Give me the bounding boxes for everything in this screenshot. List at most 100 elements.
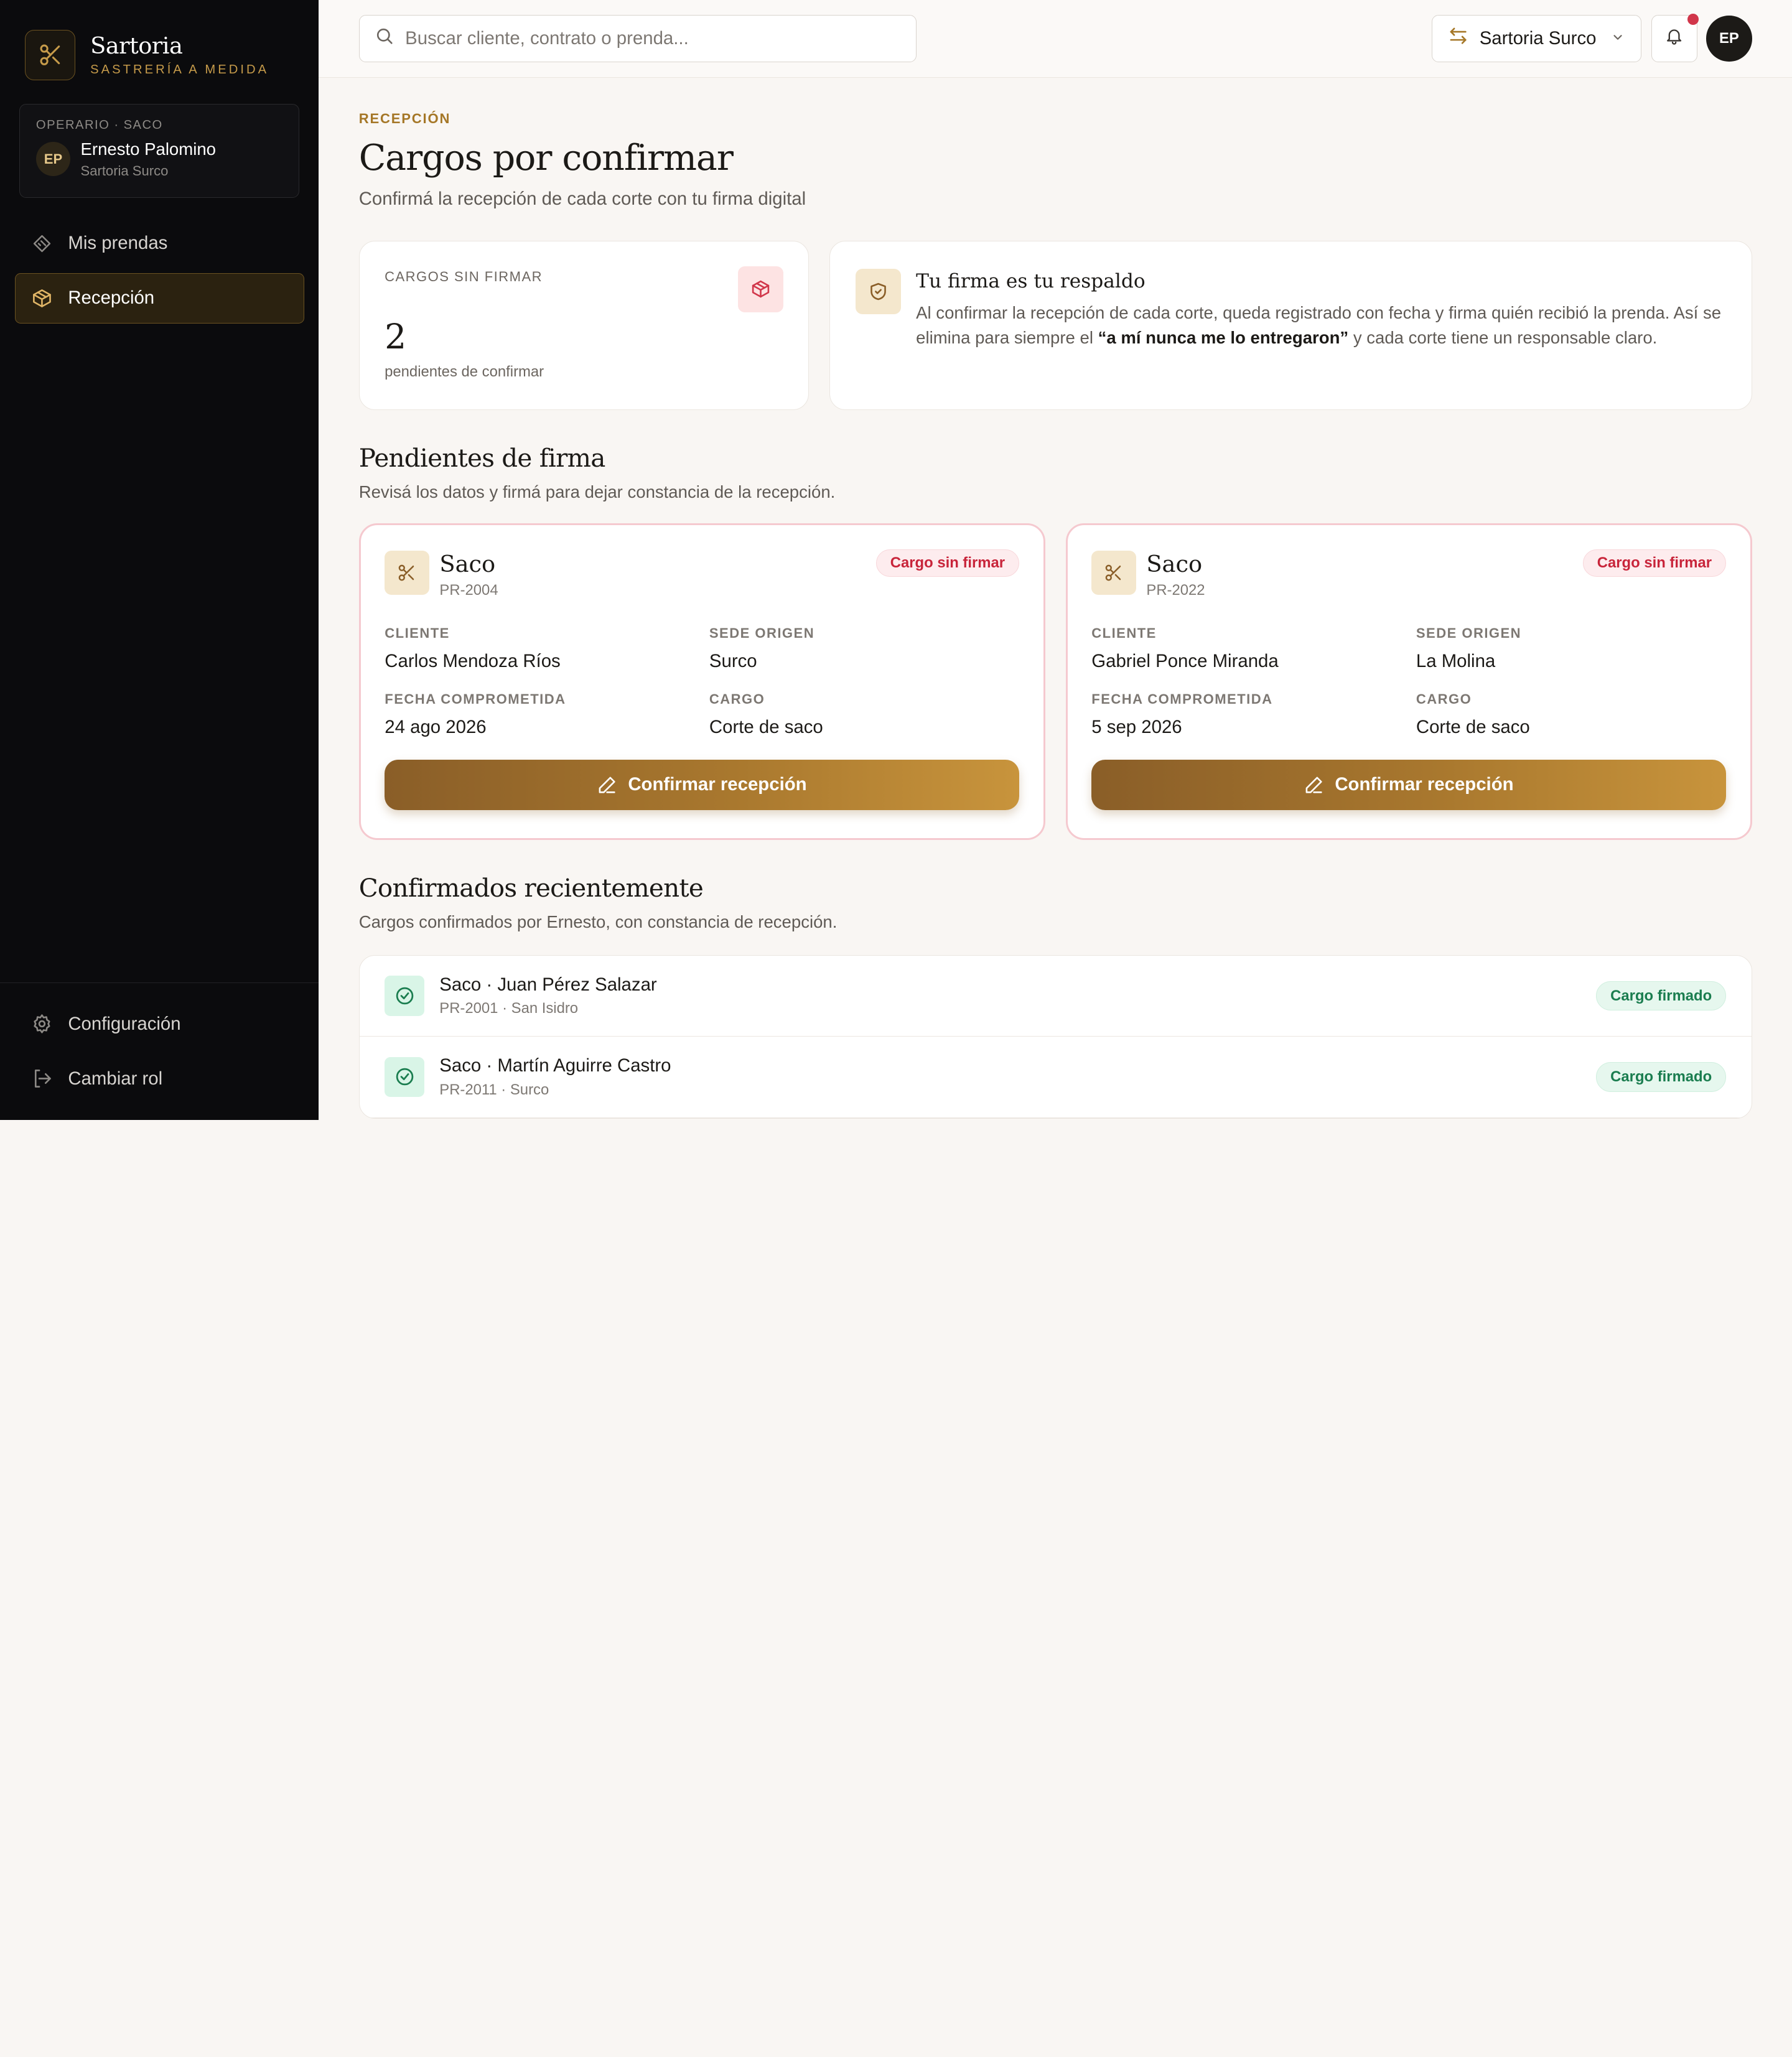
sidebar-item-recepcion[interactable]: Recepción <box>14 273 304 324</box>
client-value: Carlos Mendoza Ríos <box>385 651 561 672</box>
status-badge: Cargo sin firmar <box>875 549 1020 577</box>
stat-value: 2 <box>385 317 407 357</box>
field-label: CLIENTE <box>1091 625 1157 641</box>
swap-icon <box>1449 26 1468 50</box>
brand[interactable]: Sartoria SASTRERÍA A MEDIDA <box>0 0 319 80</box>
page-subtitle: Confirmá la recepción de cada corte con … <box>358 189 806 210</box>
pending-section-header: Pendientes de firma Revisá los datos y f… <box>359 443 1752 502</box>
sidebar-item-configuracion[interactable]: Configuración <box>15 999 304 1049</box>
user-role: OPERARIO · SACO <box>35 118 163 133</box>
logout-icon <box>30 1067 54 1090</box>
pen-icon <box>597 775 617 795</box>
sidebar: Sartoria SASTRERÍA A MEDIDA OPERARIO · S… <box>0 0 319 1120</box>
stat-label: CARGOS SIN FIRMAR <box>385 268 543 284</box>
pending-subtitle: Revisá los datos y firmá para dejar cons… <box>358 482 836 501</box>
button-label: Confirmar recepción <box>1335 774 1514 795</box>
topbar: Sartoria Surco EP <box>319 0 1792 78</box>
signature-info-card: Tu firma es tu respaldo Al confirmar la … <box>829 240 1752 410</box>
check-circle-icon <box>385 976 425 1016</box>
brand-tagline: SASTRERÍA A MEDIDA <box>90 62 269 77</box>
status-badge: Cargo sin firmar <box>1582 549 1727 577</box>
search-icon <box>375 26 394 50</box>
site-value: Surco <box>709 651 757 672</box>
status-badge: Cargo firmado <box>1596 981 1727 1011</box>
search-input[interactable] <box>405 27 885 49</box>
cargo-value: Corte de saco <box>709 716 823 737</box>
scissors-icon <box>25 29 76 80</box>
recent-item-title: Saco · Juan Pérez Salazar <box>439 974 657 995</box>
date-value: 24 ago 2026 <box>385 716 487 737</box>
pending-cards: Saco PR-2004 Cargo sin firmar CLIENTE Ca… <box>358 523 1752 841</box>
page-content: RECEPCIÓN Cargos por confirmar Confirmá … <box>319 111 1792 1119</box>
tag-icon <box>30 232 54 255</box>
confirm-reception-button[interactable]: Confirmar recepción <box>1091 759 1727 810</box>
field-label: SEDE ORIGEN <box>1416 625 1522 641</box>
sidebar-footer: Configuración Cambiar rol <box>0 982 319 1120</box>
scissors-icon <box>385 550 429 595</box>
client-value: Gabriel Ponce Miranda <box>1091 651 1279 672</box>
scissors-icon <box>1091 550 1136 595</box>
pen-icon <box>1304 775 1323 795</box>
field-label: CARGO <box>1416 691 1472 707</box>
site-selector[interactable]: Sartoria Surco <box>1432 15 1641 62</box>
recent-title: Confirmados recientemente <box>358 873 704 903</box>
field-label: CARGO <box>709 691 765 707</box>
recent-list: Saco · Juan Pérez Salazar PR-2001 · San … <box>358 954 1752 1119</box>
field-label: FECHA COMPROMETIDA <box>385 691 566 707</box>
sidebar-item-label: Mis prendas <box>68 233 168 254</box>
bell-icon <box>1664 26 1684 50</box>
recent-subtitle: Cargos confirmados por Ernesto, con cons… <box>358 912 838 932</box>
confirm-reception-button[interactable]: Confirmar recepción <box>385 759 1020 810</box>
list-item[interactable]: Saco · Juan Pérez Salazar PR-2001 · San … <box>359 956 1752 1037</box>
date-value: 5 sep 2026 <box>1091 716 1182 737</box>
brand-name: Sartoria <box>90 32 183 60</box>
shield-check-icon <box>855 268 902 315</box>
package-icon <box>30 287 54 310</box>
list-item[interactable]: Saco · Martín Aguirre Castro PR-2011 · S… <box>359 1037 1752 1118</box>
check-circle-icon <box>385 1056 425 1098</box>
page-eyebrow: RECEPCIÓN <box>358 111 451 127</box>
field-label: CLIENTE <box>385 625 450 641</box>
cargo-value: Corte de saco <box>1416 716 1530 737</box>
recent-item-sub: PR-2011 · Surco <box>439 1081 549 1098</box>
field-label: FECHA COMPROMETIDA <box>1091 691 1273 707</box>
sidebar-item-label: Configuración <box>68 1013 181 1034</box>
stat-sub: pendientes de confirmar <box>385 363 544 381</box>
gear-icon <box>30 1012 54 1035</box>
pending-title: Pendientes de firma <box>358 442 606 473</box>
summary-row: CARGOS SIN FIRMAR 2 pendientes de confir… <box>358 240 1752 410</box>
status-badge: Cargo firmado <box>1596 1062 1727 1092</box>
notification-dot <box>1687 13 1699 25</box>
chevron-down-icon <box>1611 28 1625 49</box>
info-text: Al confirmar la recepción de cada corte,… <box>916 302 1722 347</box>
sidebar-item-cambiar-rol[interactable]: Cambiar rol <box>15 1053 304 1104</box>
cargo-name: Saco <box>1146 550 1203 577</box>
unsigned-stat-card: CARGOS SIN FIRMAR 2 pendientes de confir… <box>358 240 810 410</box>
avatar: EP <box>35 142 71 177</box>
search-box[interactable] <box>358 15 917 62</box>
button-label: Confirmar recepción <box>628 774 807 795</box>
sidebar-nav: Mis prendas Recepción <box>0 218 319 328</box>
package-icon <box>737 266 783 312</box>
main-content: Sartoria Surco EP RECEPCIÓN Cargos por c… <box>319 0 1792 1120</box>
field-label: SEDE ORIGEN <box>709 625 815 641</box>
sidebar-item-mis-prendas[interactable]: Mis prendas <box>15 218 304 269</box>
cargo-code: PR-2004 <box>439 582 498 599</box>
user-avatar-button[interactable]: EP <box>1706 16 1752 62</box>
site-selector-label: Sartoria Surco <box>1479 27 1597 49</box>
app-shell: Sartoria SASTRERÍA A MEDIDA OPERARIO · S… <box>0 0 1792 1120</box>
cargo-card: Saco PR-2022 Cargo sin firmar CLIENTE Ga… <box>1065 523 1752 841</box>
info-highlight: “a mí nunca me lo entregaron” <box>1098 327 1349 347</box>
user-name: Ernesto Palomino <box>80 139 216 159</box>
user-card: OPERARIO · SACO EP Ernesto Palomino Sart… <box>19 104 300 198</box>
info-title: Tu firma es tu respaldo <box>916 269 1146 292</box>
page-title: Cargos por confirmar <box>358 137 734 179</box>
cargo-card: Saco PR-2004 Cargo sin firmar CLIENTE Ca… <box>358 523 1045 841</box>
recent-item-title: Saco · Martín Aguirre Castro <box>439 1055 671 1076</box>
recent-item-sub: PR-2001 · San Isidro <box>439 1000 579 1017</box>
recent-section-header: Confirmados recientemente Cargos confirm… <box>359 873 1752 932</box>
cargo-code: PR-2022 <box>1146 582 1205 599</box>
site-value: La Molina <box>1416 651 1496 672</box>
notifications-button[interactable] <box>1651 13 1699 62</box>
cargo-name: Saco <box>439 550 496 577</box>
